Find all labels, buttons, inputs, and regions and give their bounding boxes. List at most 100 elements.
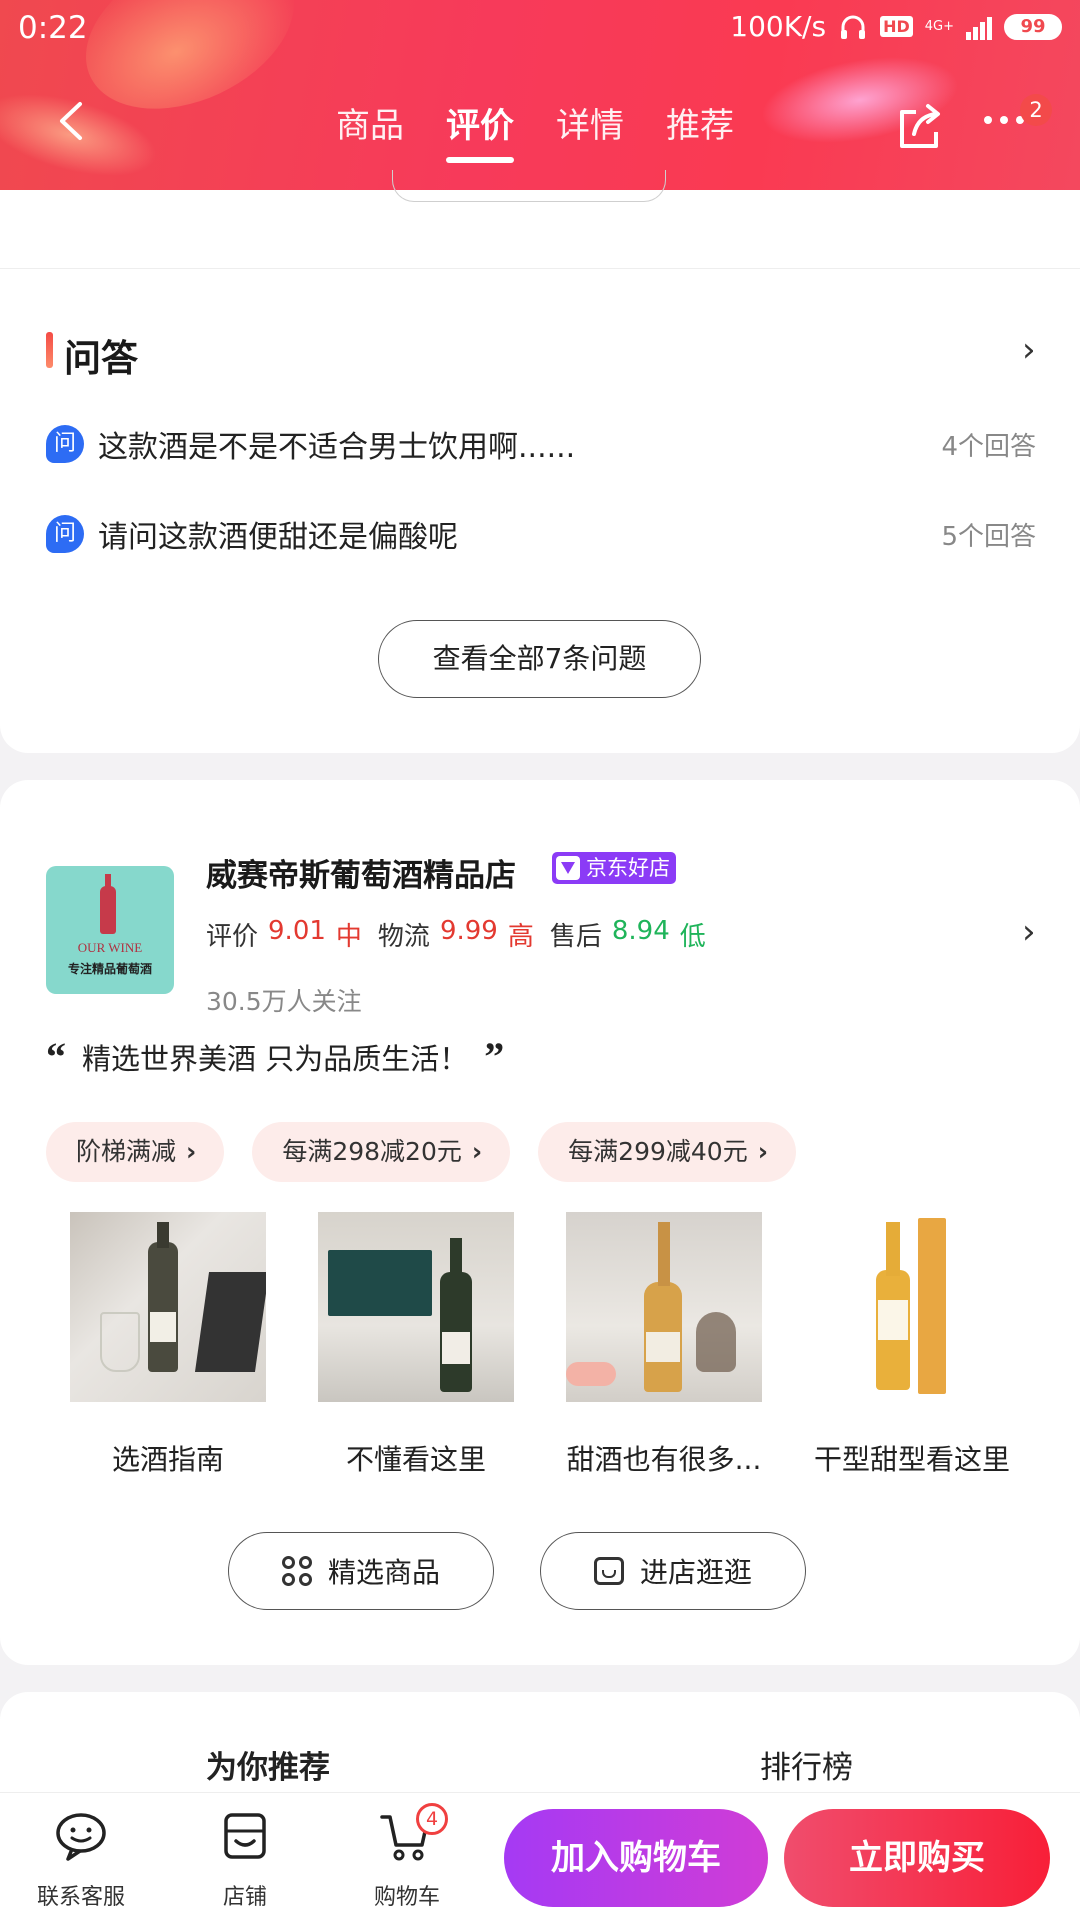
open-quote-icon: “	[46, 1034, 66, 1079]
qa-title: 问答	[64, 337, 138, 380]
store-icon	[224, 1813, 266, 1859]
notification-badge: 2	[1020, 94, 1052, 126]
qa-section: 问答 › 问 这款酒是不是不适合男士饮用啊...... 4个回答 问 请问这款酒…	[0, 170, 1080, 753]
chevron-right-icon: ›	[471, 1137, 483, 1166]
back-arrow-icon[interactable]	[48, 96, 98, 146]
rating-level: 高	[507, 922, 534, 952]
guide-label: 干型甜型看这里	[813, 1443, 1010, 1476]
store-label: 店铺	[222, 1885, 267, 1910]
qa-question-text: 请问这款酒便甜还是偏酸呢	[98, 520, 458, 555]
tab-recommend[interactable]: 推荐	[666, 98, 734, 147]
chevron-right-icon[interactable]: ›	[1022, 912, 1036, 952]
rating-level: 中	[335, 922, 362, 952]
guide-label: 不懂看这里	[345, 1443, 486, 1476]
chevron-right-icon: ›	[757, 1137, 769, 1166]
buy-now-button[interactable]: 立即购买	[784, 1809, 1050, 1907]
more-menu-icon[interactable]	[984, 116, 1024, 124]
shop-ratings: 评价 9.01 中 物流 9.99 高 售后 8.94 低	[206, 916, 706, 953]
promo-tags: 阶梯满减 › 每满298减20元 › 每满299减40元 ›	[46, 1122, 797, 1182]
customer-service-label: 联系客服	[36, 1885, 125, 1910]
customer-service-button[interactable]: 联系客服	[26, 1811, 136, 1911]
shop-section: OUR WINE 专注精品葡萄酒 威赛帝斯葡萄酒精品店 京东好店 评价 9.01…	[0, 780, 1080, 1665]
guide-image	[318, 1212, 514, 1402]
promo-label: 每满299减40元	[568, 1137, 748, 1166]
tab-reviews[interactable]: 评价	[446, 98, 514, 163]
guide-image	[814, 1212, 1010, 1402]
shop-badge: 京东好店	[552, 852, 676, 884]
promo-tag[interactable]: 每满298减20元 ›	[252, 1122, 511, 1182]
tab-product[interactable]: 商品	[336, 98, 404, 147]
store-button[interactable]: 店铺	[190, 1811, 300, 1911]
cart-label: 购物车	[373, 1885, 440, 1910]
promo-tag[interactable]: 每满299减40元 ›	[538, 1122, 797, 1182]
nav-tabs: 商品 评价 详情 推荐	[336, 98, 734, 163]
cart-count-badge: 4	[416, 1803, 448, 1835]
guide-label: 选酒指南	[111, 1443, 224, 1476]
close-quote-icon: ”	[484, 1034, 505, 1079]
shop-guides: 选酒指南 不懂看这里 甜酒也有很多... 干型甜型看这里	[70, 1212, 1010, 1478]
bottom-action-bar: 联系客服 店铺 4 购物车 加入购物车 立即购买	[0, 1792, 1080, 1920]
guide-label: 甜酒也有很多...	[566, 1443, 762, 1476]
rating-score: 9.01	[268, 916, 326, 946]
rating-label: 评价	[206, 922, 259, 952]
logo-text-cn: 专注精品葡萄酒	[67, 962, 152, 976]
status-indicators: 100K/s HD 4G+ 99	[730, 10, 1062, 43]
shop-followers: 30.5万人关注	[206, 987, 362, 1016]
qa-answer-count: 5个回答	[941, 521, 1036, 552]
featured-products-label: 精选商品	[327, 1556, 440, 1589]
cart-button[interactable]: 4 购物车	[352, 1803, 462, 1911]
promo-label: 阶梯满减	[76, 1137, 177, 1166]
battery-icon: 99	[1004, 13, 1062, 40]
logo-text-en: OUR WINE	[77, 940, 143, 955]
network-type: 4G+	[924, 18, 954, 34]
rating-score: 8.94	[611, 916, 670, 946]
rating-level: 低	[679, 922, 706, 952]
shop-name[interactable]: 威赛帝斯葡萄酒精品店	[206, 850, 516, 895]
status-bar: 0:22 100K/s HD 4G+ 99	[0, 0, 1080, 60]
qa-question-text: 这款酒是不是不适合男士饮用啊......	[98, 430, 576, 465]
hd-badge: HD	[880, 16, 913, 37]
guide-item[interactable]: 甜酒也有很多...	[566, 1212, 762, 1478]
qa-item[interactable]: 问 这款酒是不是不适合男士饮用啊...... 4个回答	[46, 420, 1036, 468]
visit-store-button[interactable]: 进店逛逛	[540, 1532, 806, 1610]
share-icon[interactable]	[894, 100, 948, 154]
view-all-questions-button[interactable]: 查看全部7条问题	[378, 620, 701, 698]
top-header: 0:22 100K/s HD 4G+ 99 商品 评价 详情 推荐 2	[0, 0, 1080, 190]
shop-buttons: 精选商品 进店逛逛	[228, 1532, 806, 1610]
network-speed: 100K/s	[730, 10, 827, 43]
tab-details[interactable]: 详情	[556, 98, 624, 147]
chevron-right-icon[interactable]: ›	[1022, 330, 1036, 370]
chat-icon	[56, 1813, 106, 1861]
shop-badge-label: 京东好店	[586, 856, 670, 880]
tab-for-you[interactable]: 为你推荐	[206, 1742, 330, 1787]
rating-label: 物流	[377, 922, 430, 952]
qa-item[interactable]: 问 请问这款酒便甜还是偏酸呢 5个回答	[46, 510, 1036, 558]
slogan-text: 精选世界美酒 只为品质生活！	[82, 1042, 469, 1076]
tab-ranking[interactable]: 排行榜	[760, 1742, 853, 1787]
visit-store-label: 进店逛逛	[639, 1556, 752, 1589]
status-time: 0:22	[18, 10, 88, 46]
featured-products-button[interactable]: 精选商品	[228, 1532, 494, 1610]
promo-label: 每满298减20元	[282, 1137, 462, 1166]
chevron-right-icon: ›	[186, 1137, 197, 1166]
reviews-button-edge[interactable]	[392, 170, 666, 202]
guide-item[interactable]: 不懂看这里	[318, 1212, 514, 1478]
guide-image	[566, 1212, 762, 1402]
signal-icon	[966, 14, 992, 40]
guide-item[interactable]: 选酒指南	[70, 1212, 266, 1478]
guide-image	[70, 1212, 266, 1402]
diamond-icon	[556, 856, 580, 880]
rating-label: 售后	[549, 922, 602, 952]
add-to-cart-button[interactable]: 加入购物车	[504, 1809, 768, 1907]
qa-answer-count: 4个回答	[941, 431, 1036, 462]
question-icon: 问	[46, 515, 84, 553]
shop-logo[interactable]: OUR WINE 专注精品葡萄酒	[46, 866, 174, 994]
promo-tag[interactable]: 阶梯满减 ›	[46, 1122, 225, 1182]
question-icon: 问	[46, 425, 84, 463]
wine-bottle-icon	[100, 874, 116, 934]
shop-slogan: “ 精选世界美酒 只为品质生活！ ”	[46, 1036, 504, 1078]
rating-score: 9.99	[439, 916, 498, 946]
section-accent	[46, 332, 53, 368]
guide-item[interactable]: 干型甜型看这里	[814, 1212, 1010, 1478]
headphone-icon	[841, 15, 866, 39]
